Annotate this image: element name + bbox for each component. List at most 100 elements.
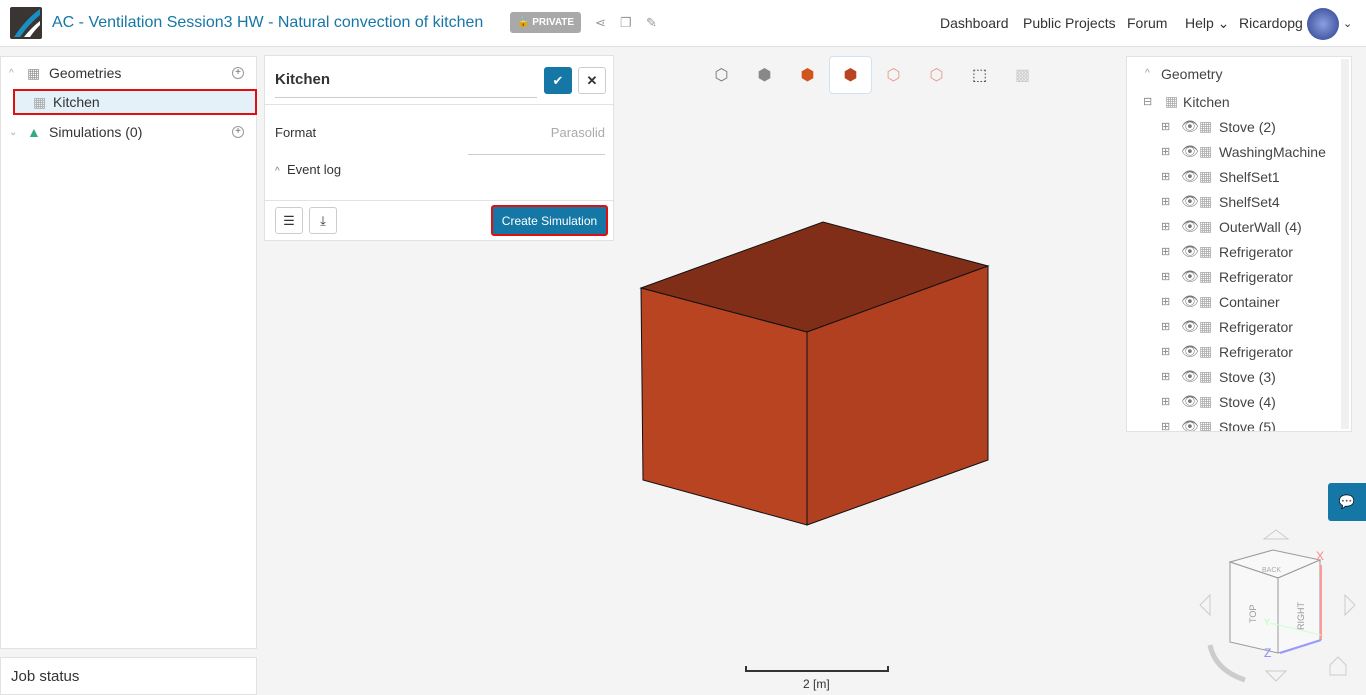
cancel-button[interactable]: ✕ [578, 67, 606, 94]
geometry-tree-title[interactable]: ^ Geometry [1145, 61, 1222, 86]
geometry-tree-item[interactable]: ⊞ 👁 ▦ Stove (2) [1161, 114, 1276, 139]
project-title: AC - Ventilation Session3 HW - Natural c… [52, 14, 484, 31]
eye-icon[interactable]: 👁 [1181, 343, 1199, 360]
download-icon[interactable]: ⤓ [309, 207, 337, 234]
tree-simulations[interactable]: ⌄ ▲ Simulations (0) [9, 121, 142, 143]
geometry-icon: ▦ [1199, 193, 1213, 209]
chevron-down-icon[interactable]: ⌄ [1343, 17, 1352, 30]
rotate-right-icon[interactable] [1344, 593, 1356, 617]
view-toolbar: ⬡ ⬢ ⬢ ⬢ ⬡ ⬡ ⬚ ▩ [700, 56, 1044, 94]
geometry-tree-item[interactable]: ⊞ 👁 ▦ Stove (4) [1161, 389, 1276, 414]
view-cube[interactable]: BACK TOP RIGHT X Z Y [1190, 525, 1360, 690]
rotate-around-icon[interactable] [1207, 644, 1246, 683]
rotate-down-icon[interactable] [1264, 670, 1288, 682]
nav-forum[interactable]: Forum [1127, 15, 1167, 31]
geometry-icon: ▦ [1199, 168, 1213, 184]
geometry-tree-item[interactable]: ⊞ 👁 ▦ Refrigerator [1161, 314, 1293, 339]
geometry-tree-item[interactable]: ⊞ 👁 ▦ Stove (3) [1161, 364, 1276, 389]
expand-icon[interactable]: ⊞ [1161, 320, 1181, 333]
home-icon[interactable] [1329, 656, 1347, 676]
simulation-icon: ▲ [27, 124, 41, 140]
edit-icon[interactable]: ✎ [646, 15, 657, 31]
eye-icon[interactable]: 👁 [1181, 293, 1199, 310]
eye-icon[interactable]: 👁 [1181, 393, 1199, 410]
expand-icon[interactable]: ⊞ [1161, 145, 1181, 158]
expand-icon[interactable]: ⊞ [1161, 245, 1181, 258]
rotate-left-icon[interactable] [1199, 593, 1211, 617]
mesh-view-icon[interactable]: ▩ [1001, 56, 1044, 94]
chat-button[interactable]: 💬 [1328, 483, 1366, 521]
geometry-icon: ▦ [1199, 118, 1213, 134]
rotate-up-icon[interactable] [1262, 529, 1290, 540]
svg-text:RIGHT: RIGHT [1296, 602, 1306, 631]
add-simulation-button[interactable]: + [232, 126, 244, 138]
transparent-view-icon[interactable]: ⬡ [915, 56, 958, 94]
confirm-button[interactable]: ✔ [544, 67, 572, 94]
geometry-icon: ▦ [1199, 293, 1213, 309]
geometry-tree-item[interactable]: ⊞ 👁 ▦ WashingMachine [1161, 139, 1326, 164]
expand-icon[interactable]: ⊞ [1161, 220, 1181, 233]
eye-icon[interactable]: 👁 [1181, 318, 1199, 335]
create-simulation-button[interactable]: Create Simulation [491, 205, 608, 236]
format-label: Format [275, 125, 317, 140]
user-name[interactable]: Ricardopg [1239, 15, 1303, 31]
expand-icon[interactable]: ⊞ [1161, 420, 1181, 431]
geometry-tree-item[interactable]: ⊞ 👁 ▦ ShelfSet4 [1161, 189, 1280, 214]
geometry-tree-item[interactable]: ⊞ 👁 ▦ ShelfSet1 [1161, 164, 1280, 189]
tree-geometries[interactable]: ^ ▦ Geometries [9, 62, 121, 84]
expand-icon[interactable]: ⊞ [1161, 395, 1181, 408]
event-log-toggle[interactable]: ^ Event log [275, 162, 341, 177]
share-icon[interactable]: ⋖ [595, 15, 606, 31]
eye-icon[interactable]: 👁 [1181, 418, 1199, 431]
geometry-tree-item[interactable]: ⊞ 👁 ▦ Refrigerator [1161, 264, 1293, 289]
expand-icon[interactable]: ⊞ [1161, 295, 1181, 308]
geometry-icon: ▦ [33, 93, 47, 110]
private-badge: 🔒 PRIVATE [510, 12, 582, 33]
eye-icon[interactable]: 👁 [1181, 118, 1199, 135]
copy-icon[interactable]: ❐ [620, 15, 632, 31]
nav-dashboard[interactable]: Dashboard [940, 15, 1009, 31]
expand-icon[interactable]: ⊞ [1161, 195, 1181, 208]
add-geometry-button[interactable]: + [232, 67, 244, 79]
solid-edges-view-icon[interactable]: ⬢ [786, 56, 829, 94]
geometry-tree-panel: ^ Geometry ⊟ ▦ Kitchen ⊞ 👁 ▦ Stove (2) ⊞ 👁 ▦ Washi… [1126, 56, 1352, 432]
geometry-tree-item[interactable]: ⊞ 👁 ▦ Container [1161, 289, 1280, 314]
expand-icon[interactable]: ⊞ [1161, 370, 1181, 383]
geometry-tree-item[interactable]: ⊞ 👁 ▦ Refrigerator [1161, 339, 1293, 364]
logo[interactable] [10, 7, 42, 39]
eye-icon[interactable]: 👁 [1181, 143, 1199, 160]
geometry-tree-item[interactable]: ⊞ 👁 ▦ Stove (5) [1161, 414, 1276, 432]
project-tree: ^ ▦ Geometries + ▦ Kitchen ⌄ ▲ Simulations (0… [0, 56, 257, 649]
wireframe-view-icon[interactable]: ⬡ [700, 56, 743, 94]
eye-icon[interactable]: 👁 [1181, 218, 1199, 235]
box-select-icon[interactable]: ⬚ [958, 56, 1001, 94]
geometry-viewport[interactable] [630, 215, 1000, 535]
expand-icon[interactable]: ⊞ [1161, 345, 1181, 358]
geometry-icon: ▦ [1199, 393, 1213, 409]
tree-root-kitchen[interactable]: ⊟ ▦ Kitchen [1143, 89, 1230, 114]
nav-public-projects[interactable]: Public Projects [1023, 15, 1116, 31]
expand-icon[interactable]: ⊞ [1161, 270, 1181, 283]
vertex-view-icon[interactable]: ⬡ [872, 56, 915, 94]
eye-icon[interactable]: 👁 [1181, 168, 1199, 185]
geometry-icon: ▦ [1165, 93, 1179, 109]
eye-icon[interactable]: 👁 [1181, 368, 1199, 385]
geometry-icon: ▦ [1199, 418, 1213, 432]
expand-icon[interactable]: ⊞ [1161, 120, 1181, 133]
job-status[interactable]: Job status [0, 657, 257, 695]
eye-icon[interactable]: 👁 [1181, 193, 1199, 210]
top-bar: AC - Ventilation Session3 HW - Natural c… [0, 0, 1366, 47]
list-icon[interactable]: ☰ [275, 207, 303, 234]
expand-icon[interactable]: ⊞ [1161, 170, 1181, 183]
geometry-tree-item[interactable]: ⊞ 👁 ▦ Refrigerator [1161, 239, 1293, 264]
eye-icon[interactable]: 👁 [1181, 243, 1199, 260]
avatar[interactable] [1307, 8, 1339, 40]
solid-view-icon[interactable]: ⬢ [743, 56, 786, 94]
nav-help[interactable]: Help ⌄ [1185, 15, 1229, 32]
selected-face-view-icon[interactable]: ⬢ [829, 56, 872, 94]
geometry-name-input[interactable]: Kitchen [275, 71, 537, 98]
geometry-icon: ▦ [1199, 143, 1213, 159]
tree-kitchen[interactable]: ▦ Kitchen [13, 89, 257, 115]
eye-icon[interactable]: 👁 [1181, 268, 1199, 285]
geometry-tree-item[interactable]: ⊞ 👁 ▦ OuterWall (4) [1161, 214, 1302, 239]
